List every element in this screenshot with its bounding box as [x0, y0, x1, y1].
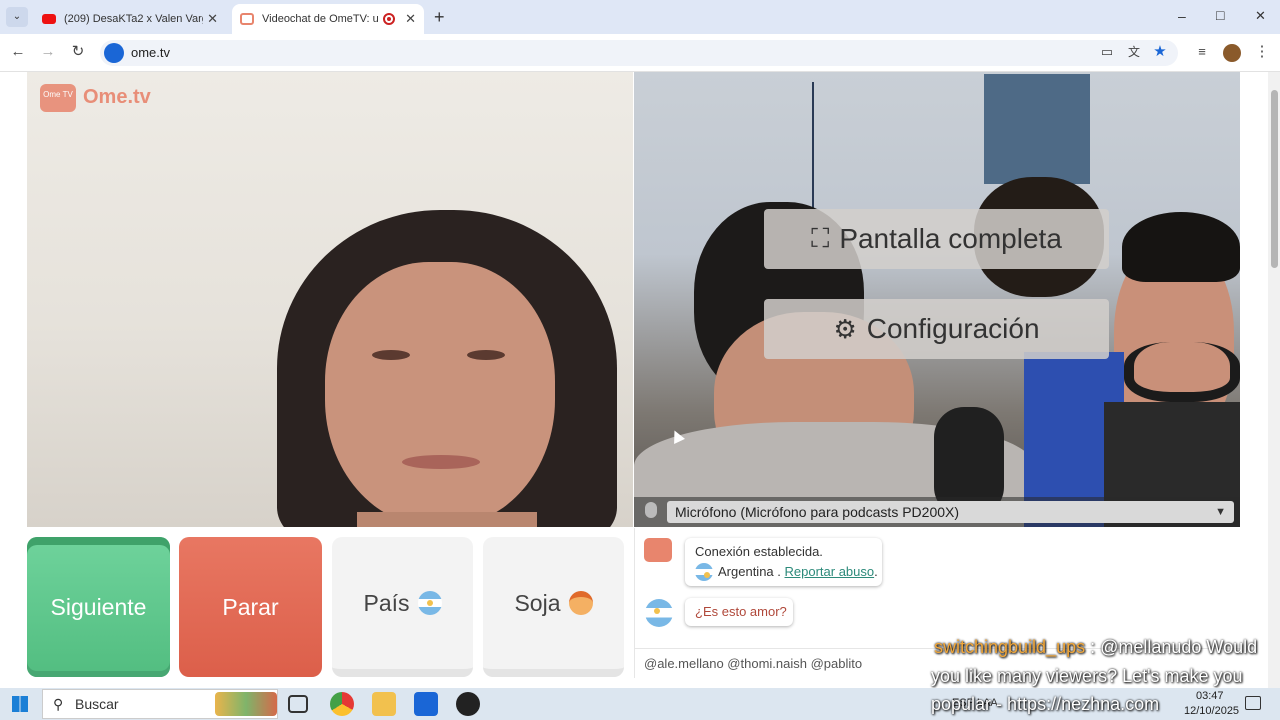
url-text[interactable]: ome.tv [131, 45, 170, 60]
argentina-flag-icon [417, 591, 442, 615]
argentina-flag-icon [695, 563, 713, 581]
gear-icon: ⚙ [833, 313, 857, 344]
microphone-icon [645, 502, 657, 518]
search-icon: ⚲ [53, 696, 64, 712]
stop-button[interactable]: Parar [179, 537, 322, 677]
scrollbar-thumb[interactable] [1271, 90, 1278, 268]
stream-overlay-line3: popular - https://nezhna.com [931, 694, 1160, 714]
tab-title: (209) DesaKTa2 x Valen Vargas / [64, 13, 203, 25]
fullscreen-icon: ⛶ [811, 223, 830, 253]
clock-date[interactable]: 12/10/2025 [1184, 705, 1239, 717]
close-window-button[interactable]: ✕ [1255, 8, 1266, 24]
fullscreen-button[interactable]: ⛶ Pantalla completa [764, 209, 1109, 269]
next-button[interactable]: Siguiente [27, 537, 170, 677]
menu-icon[interactable]: ⋮ [1252, 42, 1272, 62]
microphone-selected-label: Micrófono (Micrófono para podcasts PD200… [675, 504, 960, 520]
stop-label: Parar [222, 593, 279, 620]
chrome-icon[interactable] [330, 692, 354, 716]
person-face [325, 262, 555, 527]
gender-label: Soja [514, 589, 561, 616]
chat-input[interactable]: @ale.mellano @thomi.naish @pablito [644, 656, 862, 671]
obs-icon[interactable] [456, 692, 480, 716]
tab-youtube[interactable]: (209) DesaKTa2 x Valen Vargas / ✕ [34, 4, 226, 34]
ometv-favicon [240, 13, 254, 25]
connection-text: Conexión establecida. [695, 544, 823, 559]
headphones [1124, 342, 1240, 402]
profile-avatar[interactable] [1223, 44, 1241, 62]
chat-message: ¿Es esto amor? [685, 598, 793, 626]
site-info-icon[interactable] [104, 43, 124, 63]
fullscreen-label: Pantalla completa [839, 223, 1062, 254]
stream-overlay-line2: you like many viewers? Let's make you [931, 666, 1243, 686]
maximize-button[interactable]: □ [1216, 7, 1224, 23]
remote-video [27, 72, 633, 527]
next-label: Siguiente [50, 593, 147, 620]
forward-icon[interactable]: → [38, 42, 58, 62]
chevron-down-icon: ▼ [1215, 506, 1226, 518]
windows-start-icon[interactable] [12, 696, 28, 712]
tab-strip: ⌄ (209) DesaKTa2 x Valen Vargas / ✕ Vide… [0, 0, 1280, 34]
clock-time[interactable]: 03:47 [1196, 690, 1224, 702]
address-bar[interactable]: ome.tv [100, 40, 1178, 66]
file-explorer-icon[interactable] [372, 692, 396, 716]
media-control-icon[interactable]: ≡ [1192, 42, 1212, 62]
country-label: País [363, 589, 410, 616]
overlay-username: switchingbuild_ups [934, 637, 1086, 657]
notifications-icon[interactable] [1245, 696, 1261, 710]
message-text: ¿Es esto amor? [695, 604, 787, 619]
tab-ometv[interactable]: Videochat de OmeTV: una … ✕ [232, 4, 424, 34]
taskbar-search[interactable]: ⚲ Buscar [42, 689, 278, 719]
stranger-flag-avatar [645, 599, 673, 627]
translate-icon[interactable]: 文 [1124, 42, 1144, 62]
ometv-logo[interactable]: Ome TV Ome.tv [40, 80, 160, 116]
tv-logo-icon: Ome TV [40, 84, 76, 112]
settings-label: Configuración [866, 313, 1040, 344]
wall-poster [984, 74, 1090, 184]
back-icon[interactable]: ← [8, 42, 28, 62]
youtube-icon [42, 14, 56, 24]
settings-button[interactable]: ⚙ Configuración [764, 299, 1109, 359]
boy-emoji-icon [568, 591, 593, 615]
recording-icon [383, 13, 396, 25]
tab-title: Videochat de OmeTV: una … [262, 13, 379, 25]
person-right-hair [1122, 212, 1240, 282]
close-icon[interactable]: ✕ [207, 11, 218, 27]
search-label: Buscar [75, 696, 119, 712]
search-highlight-image [215, 692, 277, 716]
report-abuse-link[interactable]: Reportar abuso [785, 564, 875, 579]
new-tab-button[interactable]: + [434, 7, 445, 28]
stream-overlay-line1: switchingbuild_ups : @mellanudo Would [934, 637, 1258, 657]
system-message: Conexión establecida. Argentina . Report… [685, 538, 882, 586]
task-view-icon[interactable] [288, 695, 308, 713]
tab-search-button[interactable]: ⌄ [6, 7, 28, 27]
gender-filter-button[interactable]: Soja [483, 537, 624, 677]
country-name: Argentina . [718, 564, 781, 579]
logo-text: Ome.tv [83, 86, 151, 108]
microphone-select[interactable]: Micrófono (Micrófono para podcasts PD200… [667, 501, 1234, 523]
close-icon[interactable]: ✕ [405, 11, 416, 27]
ometv-avatar-icon [644, 538, 672, 562]
minimize-button[interactable]: – [1178, 8, 1186, 24]
reload-icon[interactable]: ↻ [68, 42, 88, 62]
country-filter-button[interactable]: País [332, 537, 473, 677]
bookmark-star-icon[interactable]: ★ [1150, 42, 1170, 62]
cast-icon[interactable]: ▭ [1097, 42, 1117, 62]
mail-icon[interactable] [414, 692, 438, 716]
